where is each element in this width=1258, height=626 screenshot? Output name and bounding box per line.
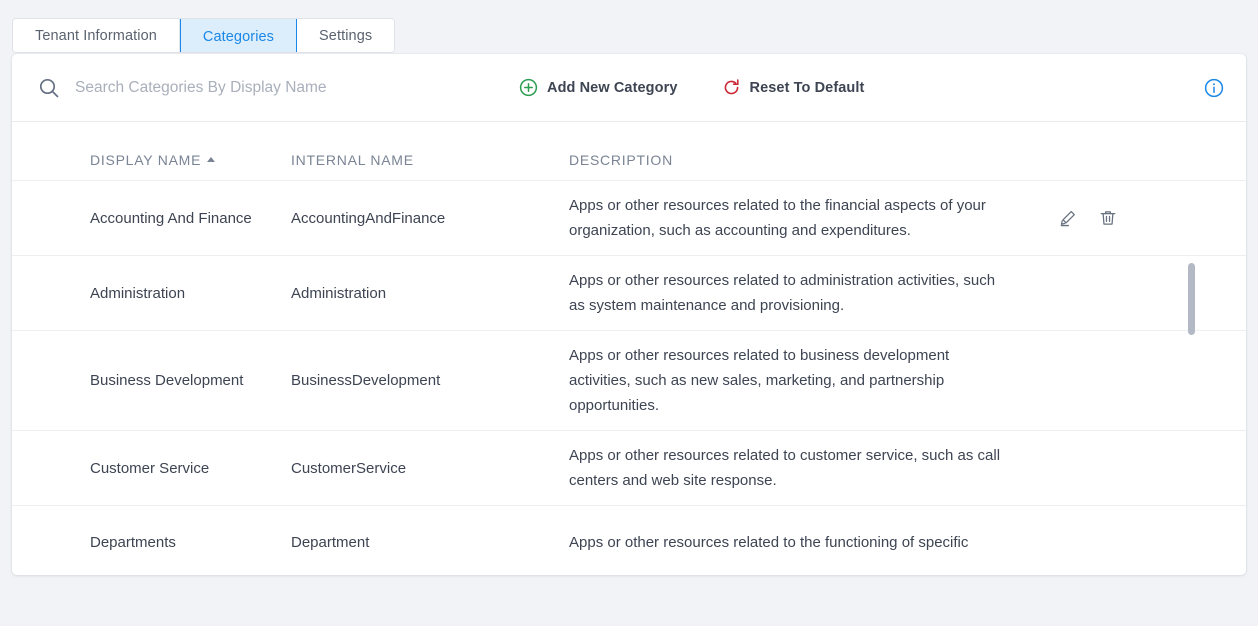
table-scrollbar-thumb[interactable] — [1188, 263, 1195, 335]
cell-description: Apps or other resources related to the f… — [569, 533, 969, 551]
cell-internal-name: Administration — [291, 284, 387, 302]
cell-description: Apps or other resources related to custo… — [569, 447, 1001, 489]
tab-bar: Tenant Information Categories Settings — [12, 18, 396, 53]
search-container — [37, 74, 507, 101]
table-row[interactable]: Accounting And Finance AccountingAndFina… — [12, 180, 1246, 255]
categories-table: DISPLAY NAME INTERNAL NAME DESCRIPTION A… — [12, 122, 1246, 574]
tab-label: Tenant Information — [35, 27, 157, 44]
cell-description: Apps or other resources related to busin… — [569, 347, 950, 414]
table-row[interactable]: Business Development BusinessDevelopment… — [12, 330, 1246, 430]
cell-internal-name: Department — [291, 533, 370, 551]
cell-display-name: Business Development — [90, 372, 244, 389]
reset-to-default-label: Reset To Default — [749, 79, 865, 96]
tab-tenant-information[interactable]: Tenant Information — [13, 19, 180, 52]
cell-internal-name: AccountingAndFinance — [291, 209, 446, 227]
edit-row-button[interactable] — [1059, 209, 1077, 227]
column-header-internal-name[interactable]: INTERNAL NAME — [291, 152, 569, 168]
pencil-icon — [1059, 210, 1077, 230]
cell-display-name: Administration — [90, 284, 186, 302]
cell-internal-name: CustomerService — [291, 459, 407, 477]
tab-categories[interactable]: Categories — [179, 19, 298, 52]
tab-label: Categories — [202, 28, 275, 45]
column-header-label: INTERNAL NAME — [291, 152, 414, 168]
sort-ascending-icon — [207, 156, 216, 162]
trash-icon — [1099, 211, 1117, 230]
table-header-row: DISPLAY NAME INTERNAL NAME DESCRIPTION — [12, 122, 1246, 180]
search-input[interactable] — [75, 74, 507, 101]
table-row[interactable]: Departments Department Apps or other res… — [12, 505, 1246, 574]
cell-display-name: Departments — [90, 533, 176, 551]
delete-row-button[interactable] — [1099, 209, 1117, 227]
refresh-icon — [722, 78, 741, 97]
cell-internal-name: BusinessDevelopment — [291, 372, 441, 389]
reset-to-default-button[interactable]: Reset To Default — [720, 74, 867, 101]
categories-card: Add New Category Reset To Default — [12, 54, 1246, 575]
add-new-category-button[interactable]: Add New Category — [517, 74, 680, 101]
info-circle-icon — [1204, 78, 1224, 101]
row-actions — [1009, 209, 1246, 227]
table-row[interactable]: Customer Service CustomerService Apps or… — [12, 430, 1246, 505]
plus-circle-icon — [519, 78, 538, 97]
cell-display-name: Customer Service — [90, 459, 210, 477]
toolbar-actions: Add New Category Reset To Default — [517, 74, 866, 101]
column-header-description[interactable]: DESCRIPTION — [569, 152, 1246, 168]
table-row[interactable]: Administration Administration Apps or ot… — [12, 255, 1246, 330]
toolbar: Add New Category Reset To Default — [12, 54, 1246, 122]
search-icon — [37, 76, 61, 100]
cell-description: Apps or other resources related to the f… — [569, 197, 986, 239]
add-new-category-label: Add New Category — [547, 79, 678, 96]
column-header-label: DESCRIPTION — [569, 152, 673, 168]
column-header-display-name[interactable]: DISPLAY NAME — [12, 152, 291, 168]
tab-label: Settings — [319, 27, 373, 44]
cell-display-name: Accounting And Finance — [90, 209, 252, 227]
column-header-label: DISPLAY NAME — [90, 152, 202, 168]
cell-description: Apps or other resources related to admin… — [569, 272, 996, 314]
info-button[interactable] — [1204, 78, 1224, 98]
tab-settings[interactable]: Settings — [297, 19, 395, 52]
